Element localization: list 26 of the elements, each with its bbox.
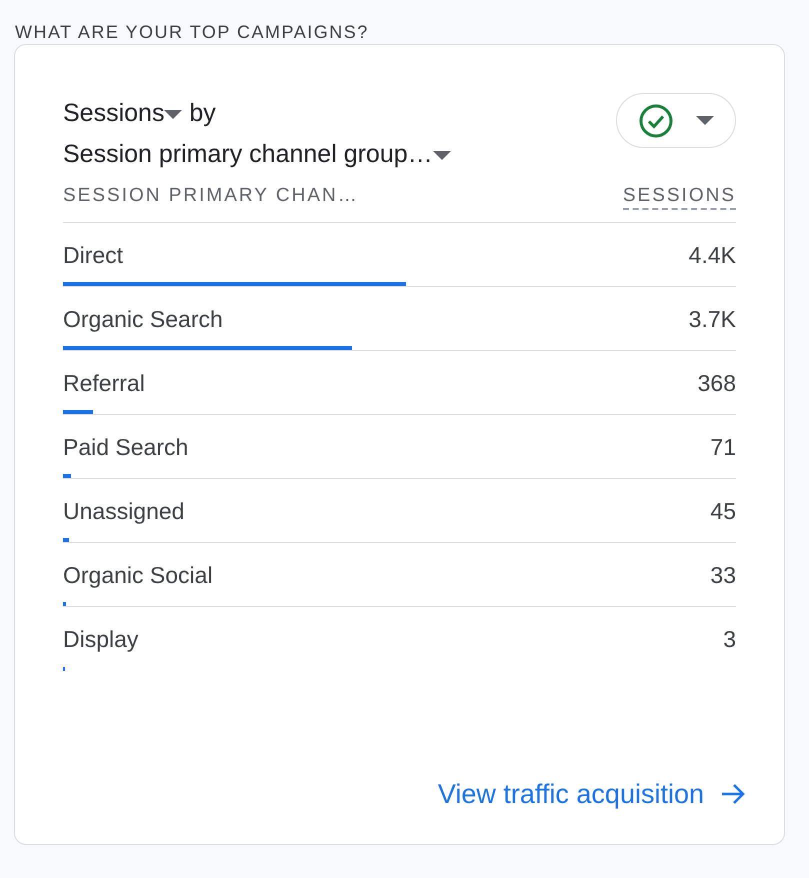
- session-count: 71: [710, 433, 736, 461]
- session-count: 33: [710, 561, 736, 589]
- channel-name: Display: [63, 625, 138, 653]
- channel-name: Unassigned: [63, 497, 184, 525]
- channel-name: Paid Search: [63, 433, 188, 461]
- caret-icon: [164, 110, 182, 119]
- session-count: 4.4K: [688, 241, 736, 269]
- check-circle-icon: [638, 104, 672, 138]
- channel-name: Organic Search: [63, 305, 223, 333]
- channel-name: Direct: [63, 241, 124, 269]
- by-label: by: [189, 99, 216, 127]
- column-header: SESSION PRIMARY CHAN…: [63, 184, 359, 208]
- view-traffic-link[interactable]: View traffic acquisition: [438, 774, 746, 814]
- session-count: 45: [710, 497, 736, 525]
- dimension-dropdown[interactable]: Session primary channel group…: [63, 140, 451, 168]
- channel-name: Referral: [63, 369, 145, 397]
- caret-icon: [432, 150, 451, 160]
- metric-dropdown[interactable]: Sessions: [63, 99, 182, 127]
- column-header[interactable]: SESSIONS: [622, 184, 736, 210]
- session-count: 368: [698, 369, 736, 397]
- caret-icon: [696, 116, 714, 125]
- session-count: 3.7K: [688, 305, 736, 333]
- session-count: 3: [723, 625, 736, 653]
- channel-name: Organic Social: [63, 561, 213, 589]
- arrow-icon: [720, 782, 746, 806]
- section-title: WHAT ARE YOUR TOP CAMPAIGNS?: [14, 21, 370, 44]
